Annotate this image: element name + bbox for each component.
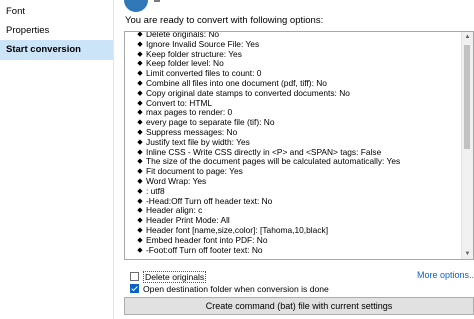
sidebar-item-label: Properties bbox=[6, 25, 50, 36]
options-list: ◆ Delete originals: No ◆ Ignore Invalid Sou… bbox=[125, 31, 461, 256]
sidebar-item-label: Start conversion bbox=[6, 44, 81, 55]
delete-originals-checkbox[interactable] bbox=[130, 272, 139, 281]
option-text: Convert to: HTML bbox=[146, 97, 213, 108]
option-text: Justify text file by width: Yes bbox=[146, 136, 250, 147]
bullet-icon: ◆ bbox=[137, 40, 143, 48]
options-summary-box[interactable]: ◆ Delete originals: No ◆ Ignore Invalid Sou… bbox=[124, 31, 474, 260]
scroll-up-icon[interactable]: ▲ bbox=[462, 32, 473, 42]
sidebar-item-label: Font bbox=[6, 6, 26, 17]
app-logo-icon bbox=[124, 0, 148, 12]
bullet-icon: ◆ bbox=[137, 246, 143, 254]
option-text: max pages to render: 0 bbox=[146, 107, 233, 118]
open-destination-row[interactable]: Open destination folder when conversion … bbox=[130, 282, 329, 295]
option-text: Keep folder structure: Yes bbox=[146, 48, 242, 59]
option-text: Inline CSS - Write CSS directly in <P> a… bbox=[146, 146, 382, 157]
options-scrollbar[interactable]: ▲ ▼ bbox=[461, 32, 473, 259]
bullet-icon: ◆ bbox=[137, 99, 143, 107]
bullet-icon: ◆ bbox=[137, 138, 143, 146]
bullet-icon: ◆ bbox=[137, 109, 143, 117]
bullet-icon: ◆ bbox=[137, 128, 143, 136]
option-text: -Foot:off Turn off footer text: No bbox=[146, 244, 263, 255]
option-text: : utf8 bbox=[146, 185, 165, 196]
open-destination-label: Open destination folder when conversion … bbox=[143, 283, 329, 294]
option-text: Header align: c bbox=[146, 205, 203, 216]
bullet-icon: ◆ bbox=[137, 148, 143, 156]
option-text: Copy original date stamps to converted d… bbox=[146, 87, 350, 98]
sidebar: Font Properties Start conversion bbox=[0, 0, 114, 319]
bullet-icon: ◆ bbox=[137, 60, 143, 68]
option-text: -Head:Off Turn off header text: No bbox=[146, 195, 273, 206]
bullet-icon: ◆ bbox=[137, 207, 143, 215]
bullet-icon: ◆ bbox=[137, 236, 143, 244]
bullet-icon: ◆ bbox=[137, 226, 143, 234]
bullet-icon: ◆ bbox=[137, 187, 143, 195]
option-text: Delete originals: No bbox=[146, 31, 220, 39]
bullet-icon: ◆ bbox=[137, 177, 143, 185]
bullet-icon: ◆ bbox=[137, 119, 143, 127]
bullet-icon: ◆ bbox=[137, 70, 143, 78]
bullet-icon: ◆ bbox=[137, 89, 143, 97]
option-text: Suppress messages: No bbox=[146, 126, 238, 137]
bullet-icon: ◆ bbox=[137, 50, 143, 58]
option-text: The size of the document pages will be c… bbox=[146, 156, 401, 167]
option-text: every page to separate file (tif): No bbox=[146, 117, 275, 128]
option-item: ◆ -Foot:off Turn off footer text: No bbox=[125, 244, 461, 256]
scroll-thumb[interactable] bbox=[464, 45, 470, 149]
bullet-icon: ◆ bbox=[137, 197, 143, 205]
sidebar-item-properties[interactable]: Properties bbox=[0, 21, 113, 41]
option-item: ◆ Word Wrap: Yes bbox=[125, 175, 461, 187]
option-text: Header Print Mode: All bbox=[146, 215, 230, 226]
scroll-down-icon[interactable]: ▼ bbox=[462, 249, 473, 259]
sidebar-item-start-conversion[interactable]: Start conversion bbox=[0, 40, 113, 60]
intro-text: You are ready to convert with following … bbox=[125, 15, 324, 26]
delete-originals-label: Delete originals bbox=[143, 270, 207, 283]
bullet-icon: ◆ bbox=[137, 168, 143, 176]
option-text: Ignore Invalid Source File: Yes bbox=[146, 38, 260, 49]
option-text: Combine all files into one document (pdf… bbox=[146, 77, 327, 88]
main-panel: You are ready to convert with following … bbox=[114, 0, 474, 319]
logo-dot-icon bbox=[154, 0, 160, 2]
option-text: Header font [name,size,color]: [Tahoma,1… bbox=[146, 224, 329, 235]
sidebar-item-font[interactable]: Font bbox=[0, 2, 113, 22]
open-destination-checkbox[interactable] bbox=[130, 284, 139, 293]
bullet-icon: ◆ bbox=[137, 31, 143, 38]
option-text: Embed header font into PDF: No bbox=[146, 234, 268, 245]
bullet-icon: ◆ bbox=[137, 79, 143, 87]
bullet-icon: ◆ bbox=[137, 158, 143, 166]
bullet-icon: ◆ bbox=[137, 217, 143, 225]
option-text: Fit document to page: Yes bbox=[146, 166, 243, 177]
option-text: Limit converted files to count: 0 bbox=[146, 68, 262, 79]
option-text: Keep folder level: No bbox=[146, 58, 224, 69]
create-command-file-button[interactable]: Create command (bat) file with current s… bbox=[124, 297, 474, 315]
more-options-link[interactable]: More options.. bbox=[417, 270, 474, 280]
option-text: Word Wrap: Yes bbox=[146, 175, 207, 186]
